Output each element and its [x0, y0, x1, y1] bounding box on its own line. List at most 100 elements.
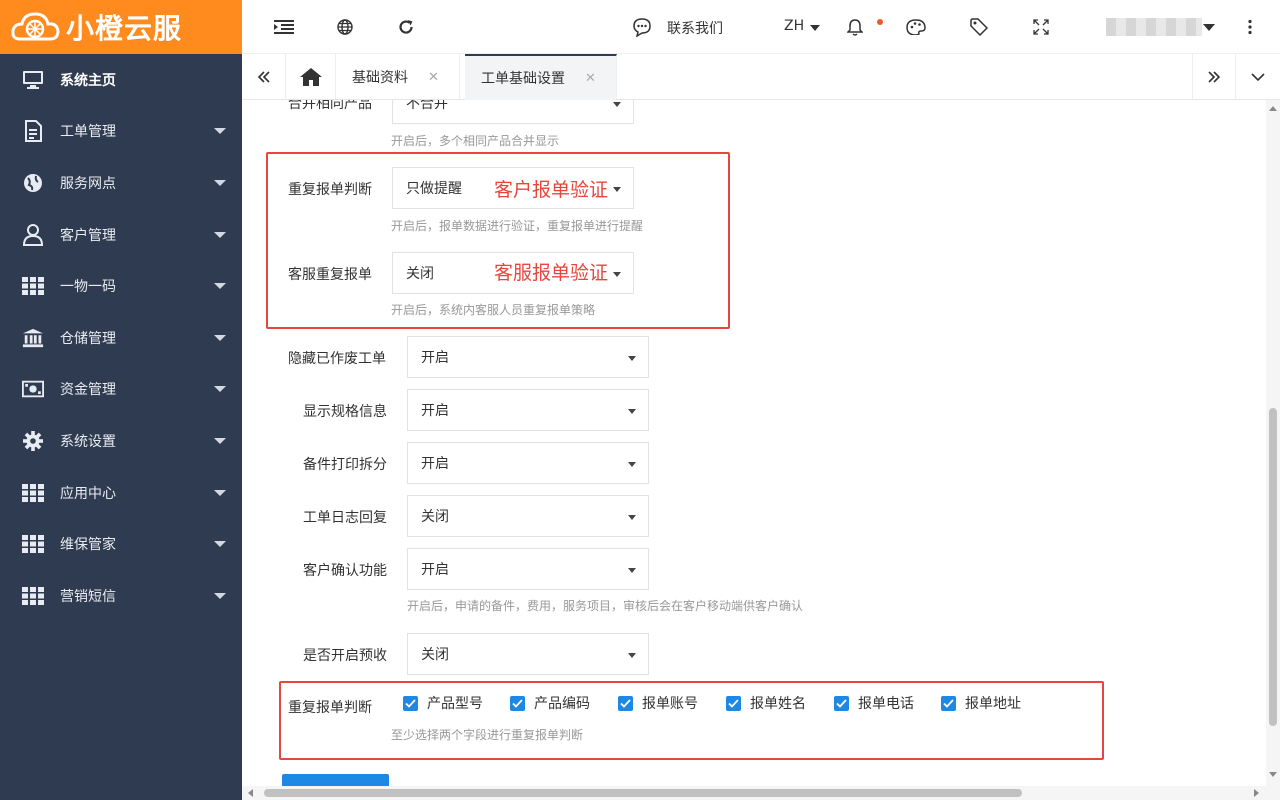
scroll-tabs-left-button[interactable] — [242, 54, 286, 100]
language-selector[interactable]: ZH — [784, 18, 804, 34]
sidebar-item-customers[interactable]: 客户管理 — [0, 209, 242, 261]
caret-down-icon — [628, 568, 636, 573]
grid-icon — [22, 275, 44, 297]
chat-icon[interactable] — [632, 17, 652, 37]
scroll-down-icon[interactable] — [1269, 772, 1277, 777]
tab-workorder-settings[interactable]: 工单基础设置 ✕ — [465, 54, 617, 100]
checkmark-icon — [834, 695, 849, 711]
checkbox-label: 报单账号 — [642, 696, 698, 712]
sidebar-item-qrcode[interactable]: 一物一码 — [0, 260, 242, 312]
duplicate-fields-hint: 至少选择两个字段进行重复报单判断 — [391, 728, 584, 742]
customer-confirm-select[interactable]: 开启 — [407, 548, 649, 590]
sidebar-item-label: 系统主页 — [60, 72, 116, 89]
tab-bar: 基础资料 ✕ 工单基础设置 ✕ — [242, 54, 1280, 100]
save-button[interactable] — [282, 774, 389, 786]
prepay-select[interactable]: 关闭 — [407, 633, 649, 675]
more-vertical-icon[interactable] — [1240, 17, 1260, 37]
chevron-down-icon — [214, 179, 226, 186]
select-value: 开启 — [421, 562, 449, 578]
sidebar-item-apps[interactable]: 应用中心 — [0, 467, 242, 519]
checkbox-report-phone[interactable]: 报单电话 — [834, 693, 914, 713]
log-reply-select[interactable]: 关闭 — [407, 495, 649, 537]
scroll-left-icon[interactable] — [248, 789, 253, 797]
checkbox-report-name[interactable]: 报单姓名 — [726, 693, 806, 713]
scroll-right-icon[interactable] — [1254, 789, 1259, 797]
print-split-select[interactable]: 开启 — [407, 442, 649, 484]
hide-void-label: 隐藏已作废工单 — [288, 351, 386, 367]
scrollbar-thumb[interactable] — [264, 789, 1022, 797]
palette-icon[interactable] — [906, 17, 926, 37]
annotation-text: 客户报单验证 — [494, 179, 609, 201]
tag-icon[interactable] — [969, 17, 989, 37]
scroll-up-icon[interactable] — [1269, 106, 1277, 111]
fullscreen-icon[interactable] — [1031, 17, 1051, 37]
select-value: 开启 — [421, 456, 449, 472]
sidebar-item-sms[interactable]: 营销短信 — [0, 570, 242, 622]
sidebar-item-label: 系统设置 — [60, 433, 116, 450]
brand-logo[interactable]: 小橙云服 — [0, 0, 242, 54]
user-name-blurred[interactable] — [1106, 18, 1202, 36]
sidebar-item-settings[interactable]: 系统设置 — [0, 415, 242, 467]
customer-confirm-label: 客户确认功能 — [303, 563, 387, 579]
bank-icon — [22, 327, 44, 349]
contact-us-link[interactable]: 联系我们 — [667, 18, 723, 38]
notification-dot — [877, 19, 883, 25]
print-split-label: 备件打印拆分 — [303, 457, 387, 473]
caret-down-icon — [613, 187, 621, 192]
monitor-icon — [22, 69, 44, 91]
customer-confirm-hint: 开启后，申请的备件，费用，服务项目，审核后会在客户移动端供客户确认 — [407, 599, 804, 613]
scroll-tabs-right-button[interactable] — [1192, 54, 1236, 100]
sidebar-item-service-outlets[interactable]: 服务网点 — [0, 157, 242, 209]
vertical-scrollbar[interactable] — [1266, 100, 1280, 786]
refresh-icon[interactable] — [396, 17, 416, 37]
sidebar-item-workorder[interactable]: 工单管理 — [0, 106, 242, 158]
caret-down-icon — [613, 272, 621, 277]
chevron-down-icon — [214, 541, 226, 548]
bell-icon[interactable] — [845, 17, 865, 37]
prepay-label: 是否开启预收 — [303, 648, 387, 664]
horizontal-scrollbar[interactable] — [242, 786, 1280, 800]
grid-icon — [22, 585, 44, 607]
caret-down-icon — [628, 515, 636, 520]
globe-icon — [22, 172, 44, 194]
user-icon — [22, 223, 44, 246]
scrollbar-thumb[interactable] — [1269, 408, 1277, 726]
caret-down-icon — [628, 653, 636, 658]
sidebar-item-maintenance[interactable]: 维保管家 — [0, 518, 242, 570]
sidebar-item-label: 客户管理 — [60, 227, 116, 244]
select-value: 开启 — [421, 403, 449, 419]
annotation-text: 客服报单验证 — [494, 262, 609, 284]
sidebar-item-home[interactable]: 系统主页 — [0, 54, 242, 106]
money-icon — [22, 378, 44, 400]
service-duplicate-hint: 开启后，系统内客服人员重复报单策略 — [391, 303, 596, 317]
checkbox-report-address[interactable]: 报单地址 — [941, 693, 1021, 713]
show-spec-select[interactable]: 开启 — [407, 389, 649, 431]
home-tab[interactable] — [286, 54, 336, 100]
chevron-down-icon — [214, 592, 226, 599]
close-icon[interactable]: ✕ — [428, 70, 439, 85]
merge-label: 合并相同产品 — [288, 100, 372, 112]
globe-icon[interactable] — [335, 17, 355, 37]
checkbox-report-account[interactable]: 报单账号 — [618, 693, 698, 713]
merge-select[interactable]: 不合并 — [392, 100, 634, 124]
hide-void-select[interactable]: 开启 — [407, 336, 649, 378]
checkbox-label: 产品编码 — [534, 696, 590, 712]
sidebar-item-warehouse[interactable]: 仓储管理 — [0, 312, 242, 364]
checkbox-product-model[interactable]: 产品型号 — [403, 693, 483, 713]
tab-menu-button[interactable] — [1236, 54, 1280, 100]
tab-label: 工单基础设置 — [481, 71, 565, 87]
duplicate-fields-label: 重复报单判断 — [288, 700, 372, 716]
sidebar-item-label: 维保管家 — [60, 537, 116, 554]
checkbox-product-code[interactable]: 产品编码 — [510, 693, 590, 713]
chevron-down-icon — [214, 386, 226, 393]
select-value: 开启 — [421, 350, 449, 366]
user-menu-caret-icon[interactable] — [1203, 24, 1215, 31]
log-reply-label: 工单日志回复 — [303, 510, 387, 526]
close-icon[interactable]: ✕ — [585, 71, 596, 86]
collapse-menu-icon[interactable] — [274, 17, 294, 37]
sidebar-item-finance[interactable]: 资金管理 — [0, 364, 242, 416]
sidebar: 小橙云服 系统主页 工单管理 服务网点 客户管理 一物一码 仓储管理 资金管理 … — [0, 0, 242, 800]
tab-basic-data[interactable]: 基础资料 ✕ — [336, 54, 460, 100]
sidebar-item-label: 营销短信 — [60, 588, 116, 605]
service-duplicate-label: 客服重复报单 — [288, 267, 372, 283]
